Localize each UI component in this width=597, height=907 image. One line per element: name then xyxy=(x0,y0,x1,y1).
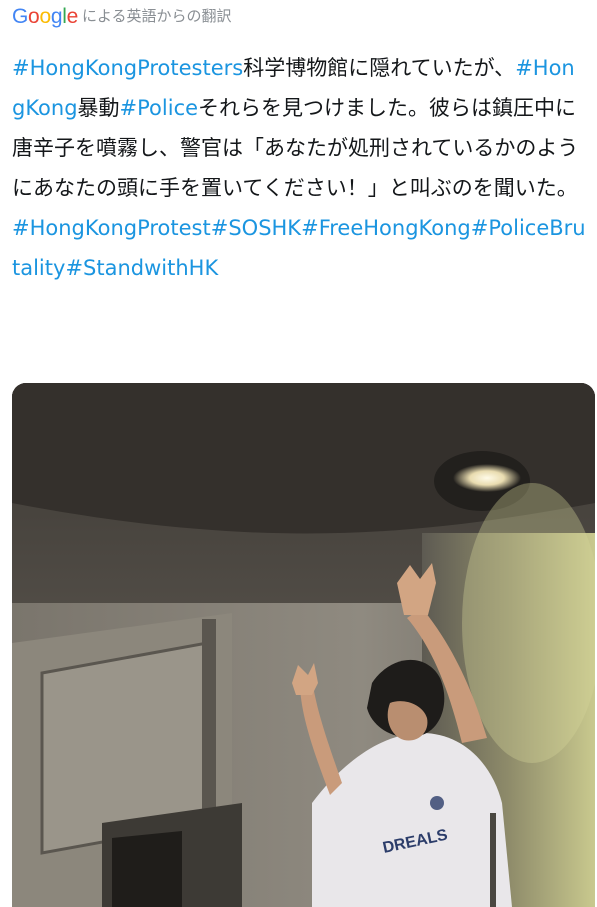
hashtag-link[interactable]: #HongKongProtest xyxy=(12,216,211,240)
tweet-detail: Google による英語からの翻訳 #HongKongProtesters科学博… xyxy=(0,0,597,907)
logo-letter: o xyxy=(28,4,40,28)
logo-letter: g xyxy=(50,4,63,28)
hashtag-link[interactable]: #Police xyxy=(120,96,199,120)
tweet-text-segment: 暴動 xyxy=(77,96,120,120)
video-thumbnail[interactable]: DREALS xyxy=(12,383,595,907)
translation-attribution: Google による英語からの翻訳 xyxy=(12,2,232,30)
hashtag-link[interactable]: #StandwithHK xyxy=(65,256,218,280)
tweet-text: #HongKongProtesters科学博物館に隠れていたが、 #HongKon… xyxy=(12,48,587,288)
logo-letter: e xyxy=(66,4,79,28)
logo-letter: o xyxy=(39,4,51,28)
hashtag-link[interactable]: #HongKongProtesters xyxy=(12,56,243,80)
google-logo: Google xyxy=(12,6,78,27)
translation-label: による英語からの翻訳 xyxy=(81,6,232,25)
logo-letter: G xyxy=(12,4,29,28)
hashtag-link[interactable]: #FreeHongKong xyxy=(301,216,471,240)
hashtag-link[interactable]: #SOSHK xyxy=(211,216,301,240)
video-frame-image: DREALS xyxy=(12,383,595,907)
tweet-text-segment: 科学博物館に隠れていたが、 xyxy=(243,56,516,80)
